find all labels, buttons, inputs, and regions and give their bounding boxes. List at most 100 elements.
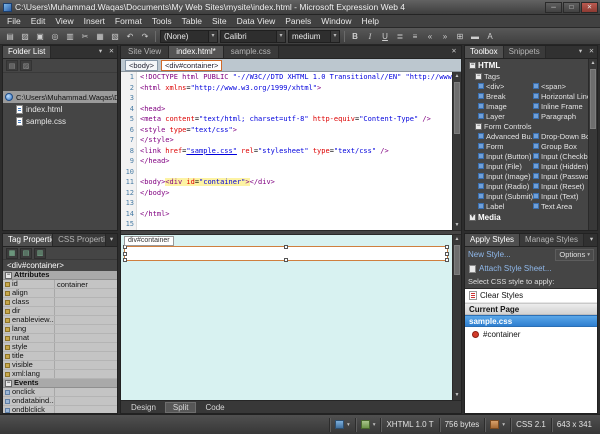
code-lines[interactable]: <!DOCTYPE html PUBLIC "-//W3C//DTD XHTML… <box>140 72 452 230</box>
toolbox-item-inline-frame[interactable]: Inline Frame <box>533 101 588 111</box>
tab-apply-styles[interactable]: Apply Styles <box>465 234 520 246</box>
close-icon[interactable]: ✕ <box>106 46 117 58</box>
scroll-down-icon[interactable]: ▼ <box>453 221 461 230</box>
tab-toolbox[interactable]: Toolbox <box>465 46 504 58</box>
collapse-icon[interactable]: − <box>5 380 12 387</box>
toolbox-item-input-checkb[interactable]: Input (Checkb... <box>533 151 588 161</box>
style-item-container[interactable]: #container <box>465 327 597 341</box>
toolbox-item-image[interactable]: Image <box>478 101 533 111</box>
status-doctype[interactable]: XHTML 1.0 T <box>380 418 438 432</box>
property-row-lang[interactable]: lang <box>3 325 117 334</box>
attach-style-sheet-link[interactable]: Attach Style Sheet... <box>479 264 551 273</box>
toolbox-item-input-hidden[interactable]: Input (Hidden) <box>533 161 588 171</box>
scroll-down-icon[interactable]: ▼ <box>453 391 461 400</box>
property-row-id[interactable]: idcontainer <box>3 280 117 289</box>
chevron-down-icon[interactable]: ▾ <box>373 422 376 428</box>
toolbox-item-horizontal-line[interactable]: Horizontal Line <box>533 91 588 101</box>
view-split-button[interactable]: Split <box>165 402 197 413</box>
tab-manage-styles[interactable]: Manage Styles <box>520 234 584 246</box>
options-button[interactable]: Options ▾ <box>555 249 594 261</box>
toolbox-section-media[interactable]: +Media <box>465 211 588 223</box>
close-icon[interactable]: ✕ <box>586 46 597 58</box>
code-view[interactable]: 123456789101112131415 <!DOCTYPE html PUB… <box>121 72 461 230</box>
resize-handle[interactable] <box>123 258 127 262</box>
toolbox-item-layer[interactable]: Layer <box>478 111 533 121</box>
categorized-icon[interactable]: ▦ <box>6 248 18 259</box>
menu-item-panels[interactable]: Panels <box>280 15 316 27</box>
file-item-index-html[interactable]: index.html <box>3 103 117 115</box>
collapse-icon[interactable]: − <box>475 73 482 80</box>
property-row-onclick[interactable]: onclick <box>3 388 117 397</box>
tab-index-html[interactable]: index.html* <box>169 46 224 58</box>
menu-item-help[interactable]: Help <box>356 15 383 27</box>
toolbox-item-text-area[interactable]: Text Area <box>533 201 588 211</box>
toolbox-item-group-box[interactable]: Group Box <box>533 141 588 151</box>
paste-icon[interactable]: ▧ <box>108 30 122 43</box>
status-style-application[interactable]: ▾ <box>355 418 381 432</box>
menu-item-window[interactable]: Window <box>316 15 356 27</box>
italic-icon[interactable]: I <box>363 30 377 43</box>
property-row-enableview[interactable]: enableview... <box>3 316 117 325</box>
scroll-up-icon[interactable]: ▲ <box>453 235 461 244</box>
bold-icon[interactable]: B <box>348 30 362 43</box>
redo-icon[interactable]: ↷ <box>138 30 152 43</box>
toolbox-item-input-submit[interactable]: Input (Submit) <box>478 191 533 201</box>
chevron-down-icon[interactable]: ▾ <box>502 422 505 428</box>
scroll-up-icon[interactable]: ▲ <box>453 72 461 81</box>
container-div-element[interactable] <box>124 246 448 261</box>
open-icon[interactable]: ▨ <box>18 30 32 43</box>
tab-sample-css[interactable]: sample.css <box>224 46 279 58</box>
code-editor[interactable]: 123456789101112131415 <!DOCTYPE html PUB… <box>121 72 452 230</box>
outdent-icon[interactable]: « <box>423 30 437 43</box>
collapse-icon[interactable]: − <box>475 123 482 130</box>
summary-icon[interactable]: ▥ <box>34 248 46 259</box>
property-row-align[interactable]: align <box>3 289 117 298</box>
chevron-down-icon[interactable]: ▾ <box>276 31 285 42</box>
scrollbar-thumb[interactable] <box>454 82 460 134</box>
copy-icon[interactable]: ▦ <box>93 30 107 43</box>
selected-element-tag-label[interactable]: div#container <box>124 236 174 246</box>
minimize-button[interactable]: ─ <box>545 2 562 13</box>
bullet-list-icon[interactable]: ≡ <box>408 30 422 43</box>
scroll-up-icon[interactable]: ▲ <box>589 59 597 68</box>
menu-item-table[interactable]: Table <box>177 15 207 27</box>
section-events[interactable]: −Events <box>3 379 117 388</box>
property-row-class[interactable]: class <box>3 298 117 307</box>
toolbox-scrollbar[interactable]: ▲ <box>588 59 597 230</box>
new-style-link[interactable]: New Style... <box>468 250 511 259</box>
resize-handle[interactable] <box>123 252 127 256</box>
chevron-down-icon[interactable]: ▾ <box>586 234 597 246</box>
new-folder-icon[interactable]: ▨ <box>20 60 32 71</box>
resize-handle[interactable] <box>445 258 449 262</box>
code-scrollbar[interactable]: ▲ ▼ <box>452 72 461 230</box>
close-document-icon[interactable]: ✕ <box>447 46 461 58</box>
font-color-icon[interactable]: A <box>483 30 497 43</box>
toolbox-item-input-radio[interactable]: Input (Radio) <box>478 181 533 191</box>
view-code-button[interactable]: Code <box>198 402 231 413</box>
status-css-version[interactable]: CSS 2.1 <box>510 418 551 432</box>
print-icon[interactable]: ▥ <box>63 30 77 43</box>
design-scrollbar[interactable]: ▲ ▼ <box>452 235 461 400</box>
menu-item-edit[interactable]: Edit <box>26 15 51 27</box>
collapse-icon[interactable]: − <box>469 62 476 69</box>
toolbox-group-form-controls[interactable]: −Form Controls <box>465 121 588 131</box>
toolbox-item-drop-down-box[interactable]: Drop-Down Box <box>533 131 588 141</box>
chevron-down-icon[interactable]: ▾ <box>330 31 339 42</box>
alphabetical-icon[interactable]: ▤ <box>20 248 32 259</box>
chevron-down-icon[interactable]: ▾ <box>575 46 586 58</box>
property-row-ondblclick[interactable]: ondblclick <box>3 406 117 413</box>
resize-handle[interactable] <box>284 258 288 262</box>
tab-snippets[interactable]: Snippets <box>504 46 546 58</box>
borders-icon[interactable]: ⊞ <box>453 30 467 43</box>
resize-handle[interactable] <box>445 252 449 256</box>
highlight-icon[interactable]: ▬ <box>468 30 482 43</box>
toolbox-item-input-text[interactable]: Input (Text) <box>533 191 588 201</box>
clear-styles-button[interactable]: Clear Styles <box>465 289 597 303</box>
numbered-list-icon[interactable]: ≣ <box>393 30 407 43</box>
design-view[interactable]: div#container ▲ ▼ <box>121 235 461 400</box>
tab-site-view[interactable]: Site View <box>121 46 169 58</box>
property-row-title[interactable]: title <box>3 352 117 361</box>
stylesheet-header-current-page[interactable]: Current Page <box>465 303 597 315</box>
view-design-button[interactable]: Design <box>124 402 163 413</box>
toolbox-item-paragraph[interactable]: Paragraph <box>533 111 588 121</box>
